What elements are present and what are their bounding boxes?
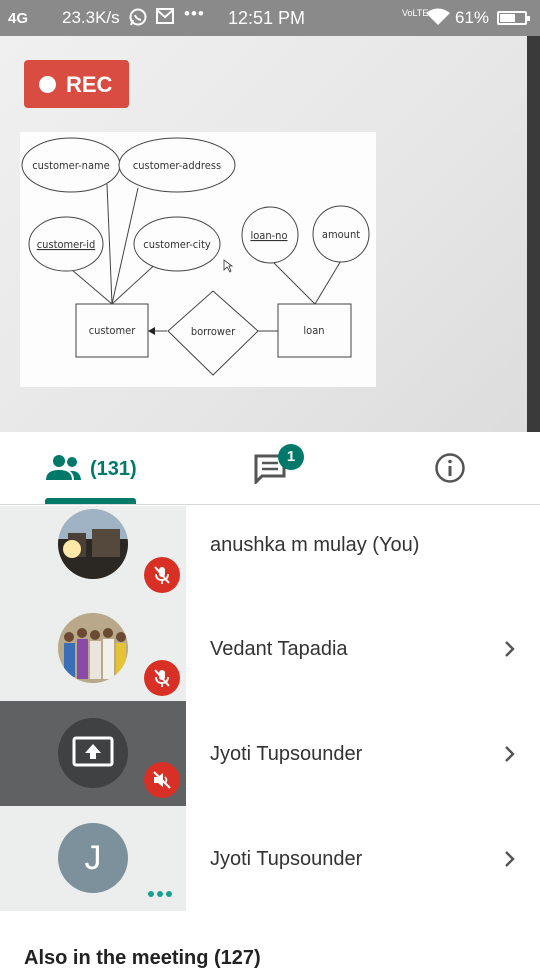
entity-customer: customer <box>89 324 137 337</box>
clock: 12:51 PM <box>228 8 306 28</box>
attr-customer-address: customer-address <box>133 159 221 172</box>
avatar: J <box>58 823 128 893</box>
screen-share-icon <box>72 736 114 767</box>
participant-row[interactable]: Vedant Tapadia <box>0 596 540 701</box>
speaking-indicator-icon <box>148 884 175 902</box>
participant-row[interactable]: J Jyoti Tupsounder <box>0 806 540 911</box>
presentation-video[interactable]: REC customer-name customer-address custo… <box>0 36 540 432</box>
also-in-meeting-heading: Also in the meeting (127) <box>24 947 261 969</box>
audio-off-icon <box>144 762 180 798</box>
record-icon <box>39 76 56 93</box>
recording-badge: REC <box>24 60 129 108</box>
rec-label: REC <box>66 72 113 97</box>
tab-people[interactable]: (131) <box>46 452 146 488</box>
people-icon <box>46 455 81 480</box>
chevron-right-icon <box>505 746 515 762</box>
battery-icon <box>497 11 530 25</box>
chevron-right-icon <box>505 641 515 657</box>
signal-indicator: 4G <box>8 10 29 27</box>
attr-customer-city: customer-city <box>143 238 211 251</box>
mic-muted-icon <box>144 557 180 593</box>
relationship-borrower: borrower <box>191 325 236 338</box>
whatsapp-icon <box>128 7 148 32</box>
avatar <box>58 613 128 683</box>
attr-customer-id: customer-id <box>37 238 96 251</box>
shared-slide: customer-name customer-address customer-… <box>20 132 376 387</box>
active-tab-indicator <box>45 498 136 504</box>
attr-customer-name: customer-name <box>32 159 110 172</box>
video-edge <box>527 36 540 432</box>
attr-loan-no: loan-no <box>250 229 287 242</box>
participant-name: Vedant Tapadia <box>210 638 348 660</box>
wifi-icon <box>426 8 450 31</box>
participant-row[interactable]: Jyoti Tupsounder <box>0 701 540 806</box>
chat-unread-badge: 1 <box>278 444 304 470</box>
mail-icon <box>156 7 174 30</box>
more-notifications-icon: ••• <box>184 4 205 23</box>
participant-name: Jyoti Tupsounder <box>210 848 363 870</box>
participant-name: anushka m mulay (You) <box>210 534 420 556</box>
volte-indicator: VoLTE <box>402 8 429 18</box>
tab-info[interactable] <box>434 452 466 484</box>
battery-percent: 61% <box>455 8 490 27</box>
mouse-cursor-icon <box>223 259 234 273</box>
attr-amount: amount <box>322 228 360 241</box>
participant-name: Jyoti Tupsounder <box>210 743 363 765</box>
meeting-tabs: (131) 1 <box>0 432 540 505</box>
chevron-right-icon <box>505 851 515 867</box>
battery-level <box>500 14 515 22</box>
people-count: (131) <box>90 458 137 480</box>
entity-loan: loan <box>303 324 324 337</box>
info-icon <box>435 453 465 483</box>
status-bar: 4G 23.3K/s ••• 12:51 PM VoLTE 61% <box>0 0 540 36</box>
presenting-indicator <box>58 718 128 788</box>
network-speed: 23.3K/s <box>62 8 120 27</box>
mic-muted-icon <box>144 660 180 696</box>
er-diagram: customer-name customer-address customer-… <box>21 137 370 376</box>
avatar <box>58 509 128 579</box>
